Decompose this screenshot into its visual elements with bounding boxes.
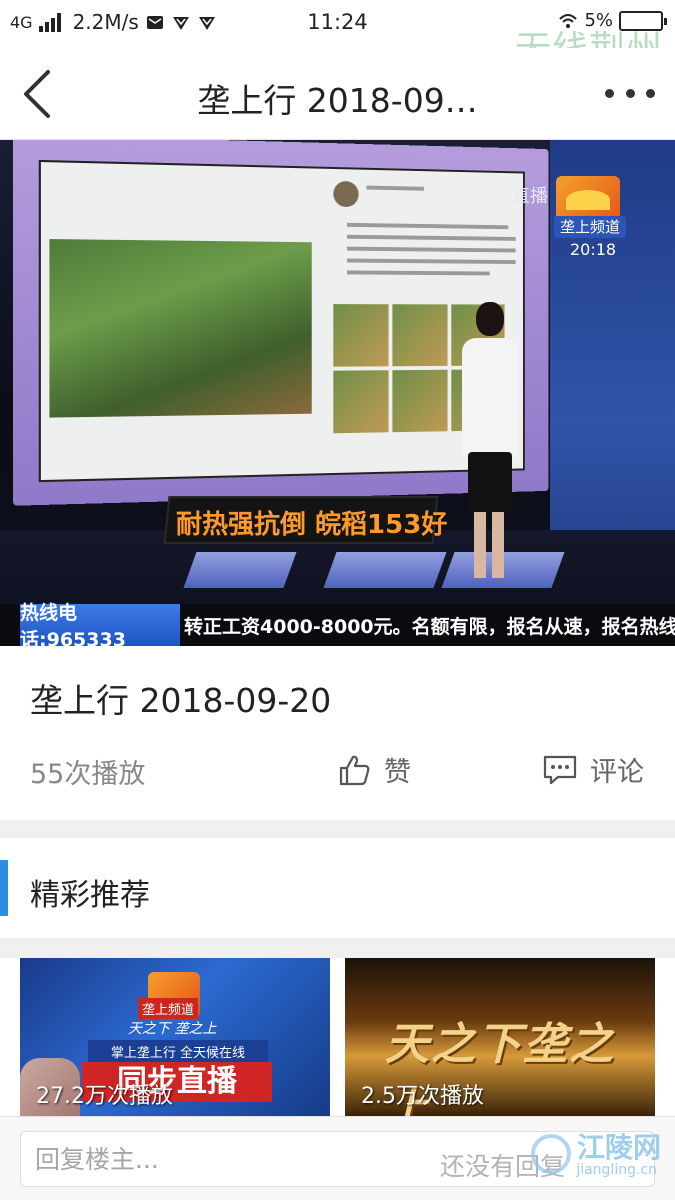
thumbs-up-icon bbox=[339, 755, 370, 785]
watermark-name: 江陵网 bbox=[576, 1131, 661, 1164]
recommend-card[interactable]: 垄上频道 天之下 垄之上 掌上垄上行 全天候在线 同步直播 27.2万次播放 bbox=[20, 958, 330, 1116]
news-anchor bbox=[452, 302, 528, 580]
like-label: 赞 bbox=[384, 757, 411, 788]
hotline-label: 热线电话:965333 bbox=[20, 602, 180, 646]
watermark-domain: jiangling.cn bbox=[576, 1162, 657, 1178]
channel-time: 20:18 bbox=[570, 240, 617, 259]
play-count: 55次播放 bbox=[30, 759, 146, 790]
recommend-header: 精彩推荐 bbox=[0, 838, 675, 938]
dot-icon bbox=[646, 88, 655, 98]
text-line bbox=[346, 246, 516, 253]
floor-light bbox=[183, 552, 297, 588]
nav-bar: 垄上行 2018-09… bbox=[0, 48, 675, 140]
video-title: 垄上行 2018-09-20 bbox=[30, 681, 332, 720]
recommend-title: 精彩推荐 bbox=[30, 878, 150, 913]
card-play-count: 2.5万次播放 bbox=[361, 1084, 484, 1109]
section-divider bbox=[0, 938, 675, 958]
text-line bbox=[346, 270, 490, 276]
comment-icon bbox=[543, 755, 577, 784]
card-slogan: 天之下 垄之上 bbox=[128, 1021, 217, 1037]
comment-label: 评论 bbox=[590, 757, 644, 788]
video-player[interactable]: 直播 垄上频道 20:18 耐热强抗倒 皖稻153好 热线电话:965333 转… bbox=[0, 140, 675, 646]
watermark-bottom: 江陵网 jiangling.cn bbox=[531, 1126, 661, 1190]
card-subtitle: 掌上垄上行 全天候在线 bbox=[88, 1040, 268, 1063]
beekeeping-photo bbox=[49, 239, 312, 418]
dot-icon bbox=[625, 88, 635, 98]
comment-button[interactable]: 评论 bbox=[542, 750, 644, 789]
text-line bbox=[366, 185, 424, 191]
like-button[interactable]: 赞 bbox=[338, 750, 411, 789]
page-title: 垄上行 2018-09… bbox=[197, 81, 478, 120]
text-line bbox=[346, 222, 509, 230]
card-play-count: 27.2万次播放 bbox=[36, 1084, 173, 1109]
text-line bbox=[346, 258, 516, 265]
section-accent-bar bbox=[0, 860, 8, 916]
ad-banner-text: 耐热强抗倒 皖稻153好 bbox=[176, 510, 448, 540]
recommend-card[interactable]: 天之下垄之上 2.5万次播放 bbox=[345, 958, 655, 1116]
post-avatar bbox=[333, 180, 359, 208]
text-line bbox=[346, 234, 516, 241]
section-divider bbox=[0, 820, 675, 838]
dot-icon bbox=[605, 88, 614, 98]
card-logo-text: 垄上频道 bbox=[138, 998, 199, 1019]
chevron-left-icon bbox=[24, 70, 50, 118]
ticker-text: 转正工资4000-8000元。名额有限，报名从速，报名热线： bbox=[184, 616, 675, 638]
back-button[interactable] bbox=[18, 66, 58, 122]
channel-name: 垄上频道 bbox=[554, 216, 626, 238]
more-options-button[interactable] bbox=[605, 78, 655, 108]
watermark-logo-icon bbox=[531, 1134, 571, 1174]
live-tag: 直播 bbox=[512, 186, 548, 207]
floor-light bbox=[323, 552, 447, 588]
